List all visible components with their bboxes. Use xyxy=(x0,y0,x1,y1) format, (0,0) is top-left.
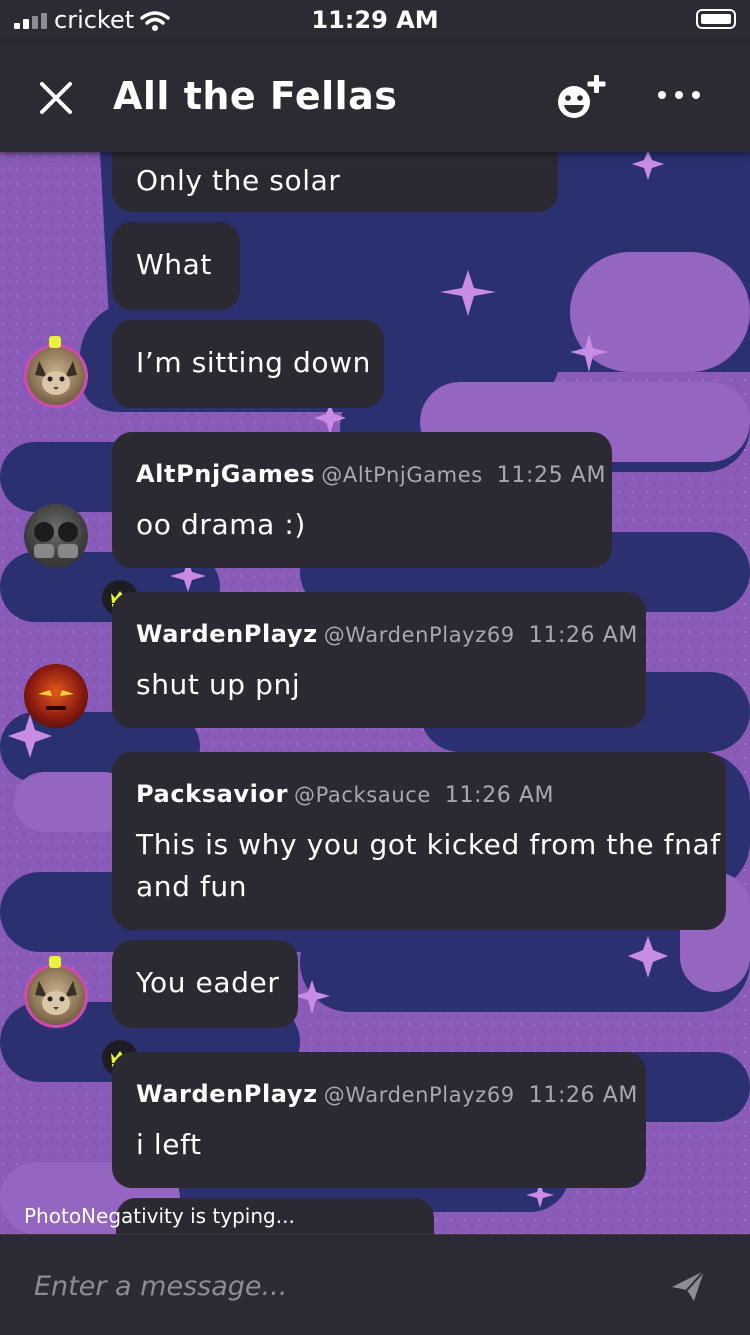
sender-handle: @Packsauce xyxy=(294,783,431,807)
message-time: 11:26 AM xyxy=(444,783,555,808)
close-icon[interactable] xyxy=(36,78,76,118)
message-text: Only the solar xyxy=(136,164,341,197)
message-time: 11:26 AM xyxy=(528,623,638,648)
chat-header: All the Fellas xyxy=(0,44,750,152)
message-bubble[interactable]: I’m sitting down xyxy=(112,320,384,408)
battery-icon xyxy=(696,9,736,29)
message-time: 11:26 AM xyxy=(528,1083,638,1108)
caracal-avatar-image xyxy=(35,981,77,1015)
message-bubble[interactable]: WardenPlayz @WardenPlayz69 11:26 AM i left xyxy=(112,1052,646,1188)
message-text: You eader xyxy=(136,966,280,999)
status-bar: cricket 11:29 AM xyxy=(0,0,750,44)
message-time: 11:25 AM xyxy=(496,463,607,488)
lock-badge-icon xyxy=(49,336,61,348)
message-text: i left xyxy=(136,1128,202,1161)
sender-name[interactable]: AltPnjGames xyxy=(136,460,315,488)
avatar[interactable] xyxy=(24,344,88,408)
message-bubble[interactable]: You eader xyxy=(112,940,298,1028)
message-meta: WardenPlayz @WardenPlayz69 11:26 AM xyxy=(136,620,638,648)
message-input[interactable] xyxy=(32,1263,636,1309)
message-bubble[interactable]: WardenPlayz @WardenPlayz69 11:26 AM shut u… xyxy=(112,592,646,728)
sender-name[interactable]: WardenPlayz xyxy=(136,1080,318,1108)
red-robot-avatar-image xyxy=(38,690,74,710)
message-text: shut up pnj xyxy=(136,668,301,701)
message-meta: AltPnjGames @AltPnjGames 11:25 AM xyxy=(136,460,606,488)
message-bubble[interactable]: AltPnjGames @AltPnjGames 11:25 AM oo drama… xyxy=(112,432,612,568)
lock-badge-icon xyxy=(49,956,61,968)
avatar[interactable] xyxy=(24,504,88,568)
message-meta: WardenPlayz @WardenPlayz69 11:26 AM xyxy=(136,1080,638,1108)
message-bubble[interactable]: Only the solar xyxy=(112,152,558,212)
status-time: 11:29 AM xyxy=(311,6,439,34)
message-meta: Packsavior @Packsauce 11:26 AM xyxy=(136,780,554,808)
message-text: I’m sitting down xyxy=(136,346,372,379)
sender-name[interactable]: Packsavior xyxy=(136,780,288,808)
typing-indicator: PhotoNegativity is typing... xyxy=(24,1204,295,1228)
message-composer xyxy=(0,1234,750,1335)
sender-name[interactable]: WardenPlayz xyxy=(136,620,318,648)
caracal-avatar-image xyxy=(35,361,77,395)
sender-handle: @AltPnjGames xyxy=(321,463,483,487)
avatar[interactable] xyxy=(24,664,88,728)
message-bubble[interactable]: Packsavior @Packsauce 11:26 AM This is why… xyxy=(112,752,726,930)
message-text: What xyxy=(136,248,212,281)
add-member-icon[interactable] xyxy=(552,72,612,124)
message-bubble[interactable]: What xyxy=(112,222,240,310)
message-text-line: This is why you got kicked from the fnaf xyxy=(136,828,721,861)
message-text-line: and fun xyxy=(136,870,248,903)
chat-background: Only the solar What I’m sitting down Alt… xyxy=(0,152,750,1234)
robots-avatar-image xyxy=(34,522,78,558)
message-text: oo drama :) xyxy=(136,508,306,541)
sender-handle: @WardenPlayz69 xyxy=(323,1083,515,1107)
chat-title: All the Fellas xyxy=(113,74,398,118)
more-icon[interactable] xyxy=(656,82,702,108)
avatar[interactable] xyxy=(24,964,88,1028)
sender-handle: @WardenPlayz69 xyxy=(323,623,515,647)
send-icon[interactable] xyxy=(668,1265,708,1305)
